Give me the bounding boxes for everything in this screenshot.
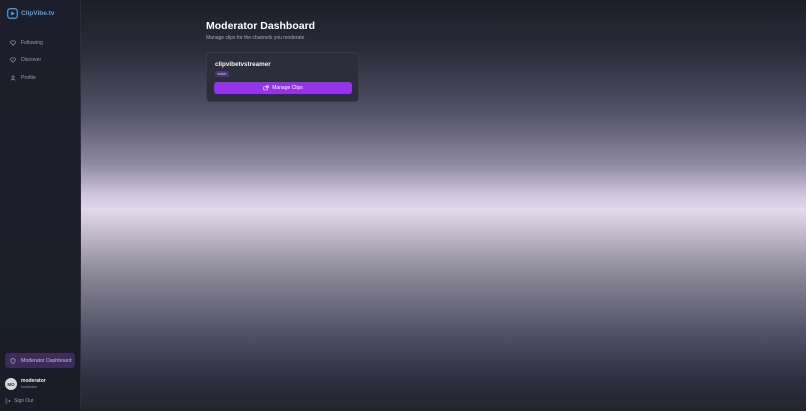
- channel-name: clipvibetvstreamer: [215, 61, 271, 68]
- external-link-icon: [263, 85, 269, 91]
- sign-out-icon: [5, 398, 11, 404]
- sidebar-item-label: Profile: [21, 74, 36, 81]
- channel-card: clipvibetvstreamer twitch Manage Clips: [206, 52, 359, 102]
- heart-icon: [10, 40, 16, 46]
- page-subtitle: Manage clips for the channels you modera…: [206, 35, 305, 41]
- play-logo-icon: [7, 8, 18, 19]
- sidebar-item-label: Following: [21, 39, 43, 46]
- page-title: Moderator Dashboard: [206, 20, 316, 32]
- app-logo[interactable]: ClipVibe.tv: [7, 8, 54, 19]
- sidebar-item-label: Moderator Dashboard: [21, 357, 72, 364]
- app-name: ClipVibe.tv: [21, 10, 55, 17]
- user-role: moderator: [21, 384, 38, 389]
- sidebar-item-discover[interactable]: Discover: [0, 52, 81, 70]
- avatar: MO: [5, 378, 17, 390]
- platform-badge: twitch: [215, 71, 229, 77]
- sidebar-item-label: Discover: [21, 57, 42, 64]
- user-profile[interactable]: MO moderator moderator: [5, 378, 46, 390]
- sidebar-item-profile[interactable]: Profile: [0, 69, 81, 87]
- shield-icon: [10, 357, 16, 364]
- sidebar: ClipVibe.tv Following Discover Profile M…: [0, 0, 81, 411]
- sign-out-button[interactable]: Sign Out: [5, 398, 33, 404]
- main-content: Moderator Dashboard Manage clips for the…: [81, 0, 806, 411]
- sign-out-label: Sign Out: [14, 398, 34, 404]
- sidebar-nav: Following Discover Profile: [0, 34, 81, 87]
- user-icon: [10, 75, 16, 81]
- heart-icon: [10, 57, 16, 63]
- sidebar-item-following[interactable]: Following: [0, 34, 81, 52]
- sidebar-item-moderator-dashboard[interactable]: Moderator Dashboard: [5, 353, 75, 368]
- user-name: moderator: [21, 378, 46, 385]
- manage-clips-label: Manage Clips: [272, 85, 303, 91]
- manage-clips-button[interactable]: Manage Clips: [214, 82, 352, 94]
